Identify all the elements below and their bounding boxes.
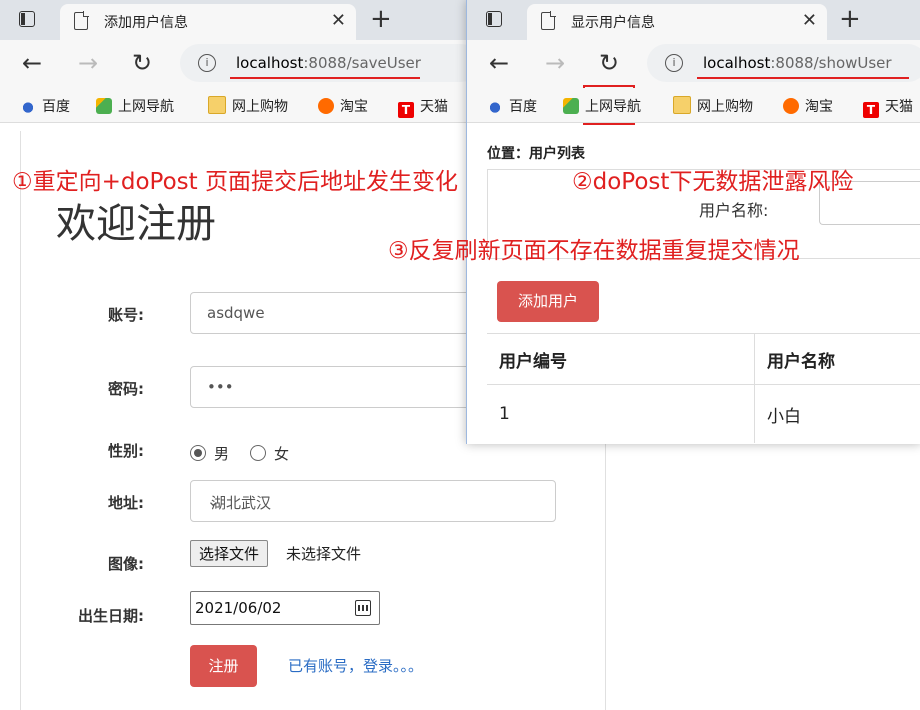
birth-label: 出生日期: (78, 607, 144, 625)
back-icon[interactable]: ← (489, 48, 509, 78)
annotation-1: ①重定向+doPost 页面提交后地址发生变化 (12, 169, 458, 195)
table-header: 用户编号 用户名称 (487, 334, 920, 385)
reload-icon[interactable]: ↻ (599, 48, 619, 78)
tab-actions-icon[interactable] (485, 10, 503, 28)
tmall-icon: T (398, 102, 414, 118)
bookmark-baidu[interactable]: 百度 (20, 96, 70, 116)
account-label: 账号: (108, 306, 144, 324)
annotation-2: ②doPost下无数据泄露风险 (572, 169, 854, 195)
password-label: 密码: (108, 380, 144, 398)
hao-icon (563, 98, 579, 114)
info-icon[interactable]: i (665, 54, 683, 72)
bookmark-baidu[interactable]: 百度 (487, 96, 537, 116)
baidu-icon (20, 98, 36, 114)
address-toolbar: ← → ↻ i localhost:8088/showUser (467, 40, 920, 125)
cell-user-name: 小白 (767, 406, 801, 427)
radio-selected-icon (190, 445, 206, 461)
baidu-icon (487, 98, 503, 114)
choose-file-button[interactable]: 选择文件 (190, 540, 269, 567)
reload-icon[interactable]: ↻ (132, 48, 152, 78)
bookmarks-bar: 百度 上网导航 网上购物 淘宝 T 天猫 (467, 88, 920, 123)
page-title: 欢迎注册 (56, 201, 216, 247)
address-select[interactable]: 湖北武汉 ⌄ (190, 480, 556, 522)
login-link[interactable]: 已有账号，登录。。。 (288, 655, 423, 676)
bookmark-taobao[interactable]: 淘宝 (783, 96, 833, 116)
new-tab-icon[interactable]: + (839, 4, 861, 34)
table-row[interactable]: 1 小白 (487, 385, 920, 443)
bookmark-tmall[interactable]: T 天猫 (863, 96, 913, 118)
url-bar[interactable]: i localhost:8088/showUser (647, 44, 920, 82)
url-text: localhost:8088/showUser (703, 54, 892, 72)
birth-date-input[interactable]: 2021/06/02 (190, 591, 380, 625)
back-icon[interactable]: ← (22, 48, 42, 78)
url-underline (230, 77, 420, 79)
taobao-icon (783, 98, 799, 114)
chevron-down-icon: ⌄ (207, 492, 220, 510)
forward-icon[interactable]: → (78, 48, 98, 78)
tab-title: 添加用户信息 (104, 15, 188, 31)
url-bar[interactable]: i localhost:8088/saveUser (180, 44, 480, 82)
bookmark-tmall[interactable]: T 天猫 (398, 96, 448, 118)
bookmark-taobao[interactable]: 淘宝 (318, 96, 368, 116)
file-status: 未选择文件 (286, 545, 362, 563)
register-button[interactable]: 注册 (190, 645, 257, 687)
tab-bar: 显示用户信息 ✕ + (467, 0, 920, 40)
column-user-id: 用户编号 (487, 334, 755, 384)
radio-unselected-icon (250, 445, 266, 461)
calendar-icon[interactable] (355, 600, 371, 616)
cell-user-id: 1 (487, 385, 755, 443)
tab-title: 显示用户信息 (571, 15, 655, 31)
bookmark-shopping[interactable]: 网上购物 (673, 96, 753, 116)
gender-radio-female[interactable]: 女 (250, 443, 289, 464)
tab-show-user[interactable]: 显示用户信息 ✕ (527, 4, 827, 40)
close-tab-icon[interactable]: ✕ (331, 10, 346, 31)
breadcrumb: 位置：用户列表 (487, 146, 585, 162)
column-user-name: 用户名称 (767, 351, 835, 372)
new-tab-icon[interactable]: + (370, 4, 392, 34)
add-user-button[interactable]: 添加用户 (497, 281, 599, 322)
url-underline (697, 77, 909, 79)
info-icon[interactable]: i (198, 54, 216, 72)
gender-label: 性别: (108, 442, 144, 460)
bookmark-hao[interactable]: 上网导航 (96, 96, 174, 116)
tmall-icon: T (863, 102, 879, 118)
tab-actions-icon[interactable] (18, 10, 36, 28)
annotation-3: ③反复刷新页面不存在数据重复提交情况 (388, 238, 800, 264)
taobao-icon (318, 98, 334, 114)
search-label: 用户名称: (699, 201, 769, 220)
image-label: 图像: (108, 555, 144, 573)
bookmark-hao[interactable]: 上网导航 (563, 96, 641, 116)
forward-icon[interactable]: → (545, 48, 565, 78)
folder-icon (673, 96, 691, 114)
folder-icon (208, 96, 226, 114)
tab-save-user[interactable]: 添加用户信息 ✕ (60, 4, 356, 40)
address-label: 地址: (108, 494, 144, 512)
close-tab-icon[interactable]: ✕ (802, 10, 817, 31)
gender-radio-male[interactable]: 男 (190, 443, 229, 464)
page-icon (541, 11, 556, 30)
hao-icon (96, 98, 112, 114)
user-table: 用户编号 用户名称 1 小白 (487, 333, 920, 443)
bookmark-shopping[interactable]: 网上购物 (208, 96, 288, 116)
url-text: localhost:8088/saveUser (236, 54, 421, 72)
browser-window-show-user: 显示用户信息 ✕ + ← → ↻ i localhost:8088/showUs… (466, 0, 920, 444)
page-icon (74, 11, 89, 30)
